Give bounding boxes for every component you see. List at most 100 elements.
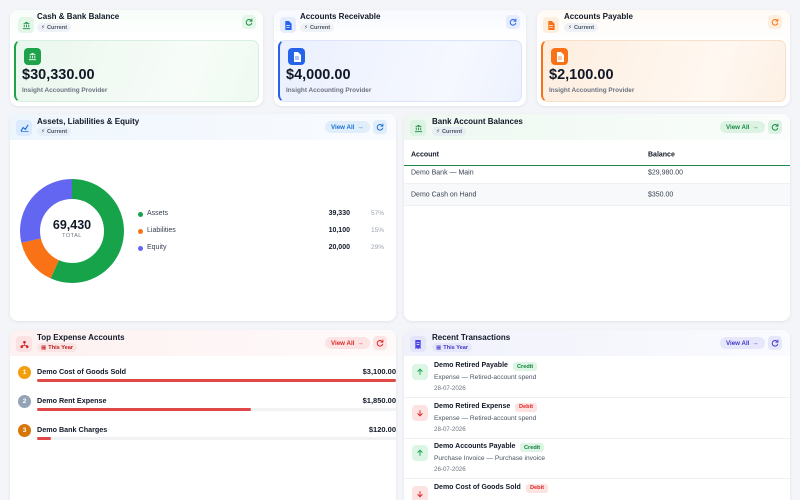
transaction-date: 28-07-2026 bbox=[434, 385, 466, 392]
expense-item[interactable]: 1 Demo Cost of Goods Sold $3,100.00 bbox=[18, 364, 396, 388]
legend-value: 20,000 bbox=[328, 244, 350, 251]
transaction-date: 26-07-2026 bbox=[434, 466, 466, 473]
legend-percent: 15% bbox=[370, 227, 384, 234]
account-name: Demo Cash on Hand bbox=[411, 191, 477, 198]
refresh-icon bbox=[771, 123, 779, 131]
status-badge: ⚡ Current bbox=[432, 127, 467, 136]
expense-amount: $120.00 bbox=[368, 425, 396, 434]
refresh-icon bbox=[771, 339, 779, 347]
legend-label: Liabilities bbox=[147, 227, 176, 234]
expense-bar-track bbox=[37, 379, 396, 382]
card-title: Top Expense Accounts bbox=[37, 333, 125, 342]
bank-icon bbox=[18, 17, 34, 33]
expense-name: Demo Rent Expense bbox=[37, 396, 107, 405]
transaction-title: Demo Retired Expense bbox=[434, 402, 511, 410]
bolt-icon: ⚡ bbox=[568, 24, 572, 31]
expense-bar bbox=[37, 379, 396, 382]
kpi-provider: Insight Accounting Provider bbox=[286, 87, 372, 94]
refresh-button[interactable] bbox=[768, 15, 782, 29]
refresh-button[interactable] bbox=[242, 15, 256, 29]
bolt-icon: ⚡ bbox=[304, 24, 308, 31]
expense-bar bbox=[37, 437, 51, 440]
expense-amount: $1,850.00 bbox=[362, 396, 396, 405]
accounts-payable-card: Accounts Payable ⚡ Current $2,100.00 Insi… bbox=[537, 10, 790, 106]
card-title: Accounts Receivable bbox=[300, 12, 381, 21]
card-title: Recent Transactions bbox=[432, 333, 511, 342]
transaction-description: Purchase Invoice — Purchase invoice bbox=[434, 455, 546, 462]
view-all-button[interactable]: View All → bbox=[720, 337, 765, 349]
bank-icon bbox=[410, 120, 426, 136]
recent-transactions-card: Recent Transactions ▦ This Year View All →… bbox=[404, 330, 790, 500]
arrow-right-icon: → bbox=[752, 123, 759, 131]
transaction-title: Demo Retired Payable bbox=[434, 362, 508, 369]
refresh-icon bbox=[376, 123, 384, 131]
card-title: Assets, Liabilities & Equity bbox=[37, 117, 140, 126]
transaction-title: Demo Accounts Payable bbox=[434, 443, 516, 450]
refresh-button[interactable] bbox=[373, 120, 387, 134]
view-all-button[interactable]: View All → bbox=[325, 337, 370, 349]
legend-label: Assets bbox=[147, 210, 169, 217]
transaction-item[interactable]: Demo Retired Payable Credit Expense — Reti… bbox=[404, 358, 790, 398]
legend-dot bbox=[138, 212, 143, 217]
expense-item[interactable]: 3 Demo Bank Charges $120.00 bbox=[18, 422, 396, 446]
expense-item[interactable]: 2 Demo Rent Expense $1,850.00 bbox=[18, 393, 396, 417]
rank-badge: 1 bbox=[18, 366, 31, 379]
kpi-value: $30,330.00 bbox=[22, 67, 95, 83]
chart-icon bbox=[16, 120, 32, 136]
status-badge: ⚡ Current bbox=[37, 127, 72, 136]
transaction-type-badge: Debit bbox=[515, 402, 537, 412]
refresh-button[interactable] bbox=[373, 336, 387, 350]
bolt-icon: ⚡ bbox=[41, 128, 45, 135]
table-row[interactable]: Demo Cash on Hand $350.00 bbox=[404, 184, 790, 206]
donut-total-label: TOTAL bbox=[62, 233, 82, 239]
refresh-icon bbox=[245, 18, 253, 26]
period-badge: ▦ This Year bbox=[37, 343, 78, 352]
rank-badge: 2 bbox=[18, 395, 31, 408]
document-icon bbox=[280, 17, 296, 33]
arrow-right-icon: → bbox=[752, 339, 759, 347]
legend-dot bbox=[138, 229, 143, 234]
view-all-button[interactable]: View All → bbox=[720, 121, 765, 133]
receipt-icon bbox=[410, 336, 426, 352]
transaction-description: Expense — Retired-account spend bbox=[434, 414, 537, 422]
transaction-item[interactable]: Demo Retired Expense Debit Expense — Retir… bbox=[404, 399, 790, 439]
refresh-button[interactable] bbox=[506, 15, 520, 29]
top-expenses-card: Top Expense Accounts ▦ This Year View All… bbox=[10, 330, 396, 500]
transaction-item[interactable]: Demo Cost of Goods Sold Debit bbox=[404, 480, 790, 500]
transaction-item[interactable]: Demo Accounts Payable Credit Purchase Invo… bbox=[404, 439, 790, 479]
document-icon bbox=[288, 48, 305, 65]
card-header: Bank Account Balances ⚡ Current View All → bbox=[404, 114, 790, 140]
transaction-description: Expense — Retired-account spend bbox=[434, 374, 537, 381]
refresh-icon bbox=[376, 339, 384, 347]
view-all-button[interactable]: View All → bbox=[325, 121, 370, 133]
document-icon bbox=[543, 17, 559, 33]
table-row[interactable]: Demo Bank — Main $29,980.00 bbox=[404, 162, 790, 184]
kpi-panel: $30,330.00 Insight Accounting Provider bbox=[14, 40, 259, 102]
legend-item-assets: Assets 39,330 57% bbox=[138, 209, 384, 221]
donut-total-value: 69,430 bbox=[52, 218, 92, 232]
account-balance: $29,980.00 bbox=[648, 169, 684, 176]
kpi-value: $2,100.00 bbox=[549, 67, 614, 83]
bolt-icon: ⚡ bbox=[436, 128, 440, 135]
transaction-date: 28-07-2026 bbox=[434, 425, 466, 433]
arrow-down-icon bbox=[412, 404, 428, 421]
refresh-button[interactable] bbox=[768, 120, 782, 134]
arrow-right-icon: → bbox=[357, 339, 364, 347]
kpi-provider: Insight Accounting Provider bbox=[22, 87, 108, 94]
transaction-type-badge: Credit bbox=[520, 443, 545, 452]
ale-card: Assets, Liabilities & Equity ⚡ Current Vi… bbox=[10, 114, 396, 321]
expense-bar bbox=[37, 408, 252, 411]
refresh-button[interactable] bbox=[768, 336, 782, 350]
kpi-panel: $4,000.00 Insight Accounting Provider bbox=[278, 40, 522, 102]
column-header-balance: Balance bbox=[648, 151, 675, 158]
account-name: Demo Bank — Main bbox=[411, 169, 474, 176]
card-title: Bank Account Balances bbox=[432, 117, 523, 126]
legend-dot bbox=[138, 246, 143, 251]
transaction-type-badge: Credit bbox=[513, 362, 538, 371]
rank-badge: 3 bbox=[18, 424, 31, 437]
calendar-icon: ▦ bbox=[41, 344, 47, 351]
expense-name: Demo Bank Charges bbox=[37, 425, 108, 434]
card-header: Recent Transactions ▦ This Year View All → bbox=[404, 330, 790, 356]
hierarchy-icon bbox=[16, 336, 32, 352]
legend-item-equity: Equity 20,000 29% bbox=[138, 243, 384, 255]
